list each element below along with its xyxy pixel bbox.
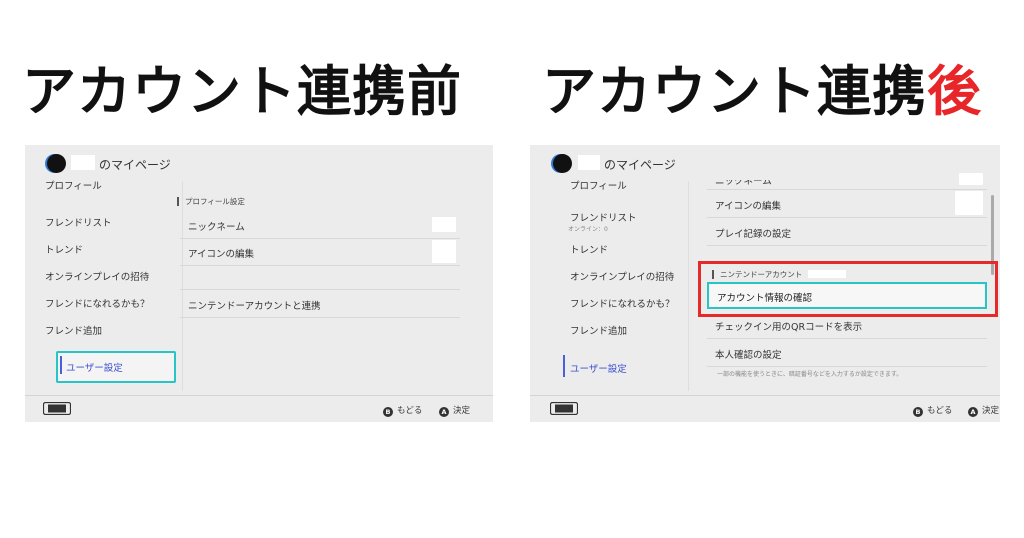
row-nickname[interactable]: ニックネーム	[180, 211, 460, 239]
sidebar-item-profile[interactable]: プロフィール	[45, 178, 102, 192]
row-icon-edit[interactable]: アイコンの編集	[707, 190, 987, 218]
nickname-value-redacted	[959, 173, 983, 185]
sidebar-item-maybe-friends[interactable]: フレンドになれるかも？	[45, 296, 150, 310]
row-icon-edit-label: アイコンの編集	[715, 201, 782, 212]
redacted-username	[71, 155, 95, 170]
row-nickname-label: ニックネーム	[715, 176, 772, 187]
sidebar-item-profile[interactable]: プロフィール	[570, 178, 627, 192]
sidebar-item-user-settings[interactable]: ユーザー設定	[570, 361, 627, 375]
row-identity[interactable]: 本人確認の設定	[707, 339, 987, 367]
sidebar-item-user-settings[interactable]: ユーザー設定	[56, 351, 176, 383]
row-play-record[interactable]: プレイ記録の設定	[707, 218, 987, 246]
sidebar-item-trend[interactable]: トレンド	[570, 242, 608, 256]
a-button-icon: A	[439, 407, 449, 417]
bottom-bar: B もどる A 決定	[530, 395, 1000, 422]
section-profile-settings: プロフィール設定	[177, 197, 245, 206]
back-hint[interactable]: B もどる	[383, 404, 422, 417]
icon-preview	[432, 240, 456, 263]
row-icon-edit[interactable]: アイコンの編集	[180, 238, 460, 266]
row-link-account[interactable]: ニンテンドーアカウントと連携	[180, 289, 460, 318]
column-divider	[688, 181, 689, 391]
confirm-label: 決定	[453, 406, 471, 416]
confirm-hint[interactable]: A 決定	[439, 404, 470, 417]
heading-before: アカウント連携前	[22, 60, 462, 123]
online-count: オンライン：0	[568, 226, 608, 233]
avatar[interactable]	[553, 154, 572, 173]
row-nickname-label: ニックネーム	[188, 222, 245, 233]
top-bar: のマイページ	[25, 145, 493, 181]
heading-after: アカウント連携後	[542, 52, 982, 132]
confirm-hint[interactable]: A 決定	[968, 404, 999, 417]
row-qr-code-label: チェックイン用のQRコードを表示	[715, 322, 863, 333]
icon-preview	[955, 191, 983, 215]
row-link-account-label: ニンテンドーアカウントと連携	[188, 301, 321, 312]
a-button-icon: A	[968, 407, 978, 417]
console-icon	[550, 402, 578, 415]
heading-after-accent: 後	[927, 60, 982, 123]
sidebar-item-add-friend[interactable]: フレンド追加	[570, 323, 627, 337]
sidebar-item-user-settings-label: ユーザー設定	[66, 363, 123, 374]
sidebar-item-trend[interactable]: トレンド	[45, 242, 83, 256]
sidebar-item-maybe-friends[interactable]: フレンドになれるかも？	[570, 296, 675, 310]
b-button-icon: B	[383, 407, 393, 417]
row-nickname[interactable]: ニックネーム	[707, 169, 987, 190]
mypage-title: のマイページ	[99, 158, 171, 172]
highlight-frame	[698, 261, 998, 317]
identity-note: 一部の機能を使うときに、暗証番号などを入力するか設定できます。	[717, 371, 903, 378]
avatar[interactable]	[47, 154, 66, 173]
mypage-title: のマイページ	[604, 158, 676, 172]
back-label: もどる	[927, 406, 953, 416]
screen-before: のマイページ プロフィール フレンドリスト トレンド オンラインプレイの招待 フ…	[25, 145, 493, 422]
row-play-record-label: プレイ記録の設定	[715, 229, 792, 240]
row-identity-label: 本人確認の設定	[715, 350, 782, 361]
back-hint[interactable]: B もどる	[913, 404, 952, 417]
row-icon-edit-label: アイコンの編集	[188, 249, 255, 260]
console-icon	[43, 402, 71, 415]
heading-after-main: アカウント連携	[542, 60, 927, 123]
confirm-label: 決定	[982, 406, 1000, 416]
sidebar-item-friend-list[interactable]: フレンドリスト	[570, 210, 637, 224]
nickname-value-redacted	[432, 217, 456, 232]
redacted-username	[578, 155, 600, 170]
back-label: もどる	[397, 406, 423, 416]
sidebar-item-friend-list[interactable]: フレンドリスト	[45, 215, 112, 229]
selection-marker	[563, 355, 565, 377]
b-button-icon: B	[913, 407, 923, 417]
bottom-bar: B もどる A 決定	[25, 395, 493, 422]
sidebar-item-add-friend[interactable]: フレンド追加	[45, 323, 102, 337]
sidebar-item-invite[interactable]: オンラインプレイの招待	[570, 269, 674, 283]
selection-marker	[60, 356, 62, 374]
sidebar-item-invite[interactable]: オンラインプレイの招待	[45, 269, 149, 283]
